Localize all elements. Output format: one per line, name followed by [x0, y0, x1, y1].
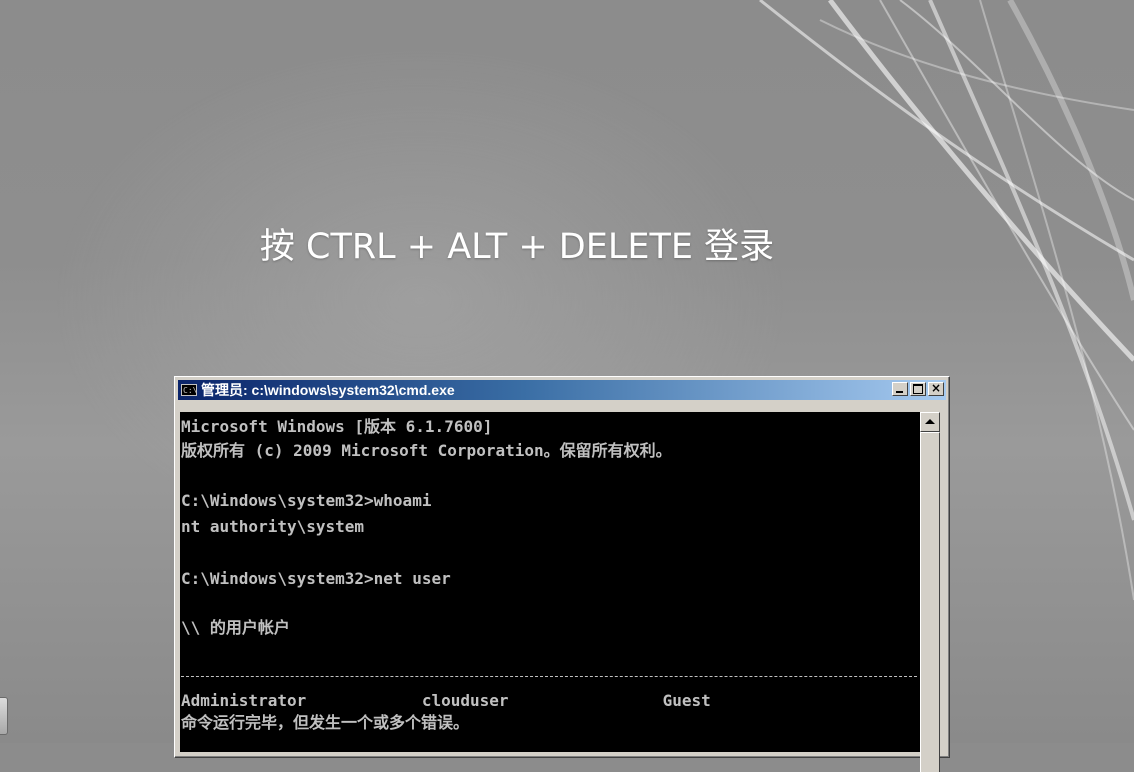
- console-line: Administrator clouduser Guest: [181, 691, 711, 710]
- console-line: 版权所有 (c) 2009 Microsoft Corporation。保留所有…: [181, 441, 672, 460]
- vertical-scrollbar[interactable]: [920, 412, 940, 772]
- cmd-window[interactable]: C:\ 管理员: c:\windows\system32\cmd.exe × M…: [174, 376, 950, 772]
- close-button[interactable]: ×: [928, 382, 944, 396]
- dashed-separator: [181, 676, 917, 677]
- scroll-up-arrow-icon[interactable]: [920, 412, 940, 432]
- maximize-button[interactable]: [910, 382, 926, 396]
- console-line: nt authority\system: [181, 517, 365, 536]
- console-line: C:\Windows\system32>net user: [181, 569, 451, 588]
- console-line: 命令运行完毕，但发生一个或多个错误。: [181, 713, 470, 732]
- cmd-icon[interactable]: C:\: [181, 384, 197, 396]
- ease-of-access-button[interactable]: [0, 697, 8, 735]
- window-title: 管理员: c:\windows\system32\cmd.exe: [201, 382, 455, 398]
- console-line: Microsoft Windows [版本 6.1.7600]: [181, 417, 493, 436]
- console-output[interactable]: Microsoft Windows [版本 6.1.7600] 版权所有 (c)…: [180, 412, 920, 752]
- window-controls: ×: [890, 382, 944, 396]
- scroll-thumb[interactable]: [920, 432, 940, 772]
- console-line: \\ 的用户帐户: [181, 618, 290, 637]
- ctrl-alt-delete-prompt: 按 CTRL + ALT + DELETE 登录: [259, 227, 775, 267]
- minimize-button[interactable]: [892, 382, 908, 396]
- title-bar[interactable]: C:\ 管理员: c:\windows\system32\cmd.exe ×: [178, 380, 946, 400]
- console-line: C:\Windows\system32>whoami: [181, 491, 432, 510]
